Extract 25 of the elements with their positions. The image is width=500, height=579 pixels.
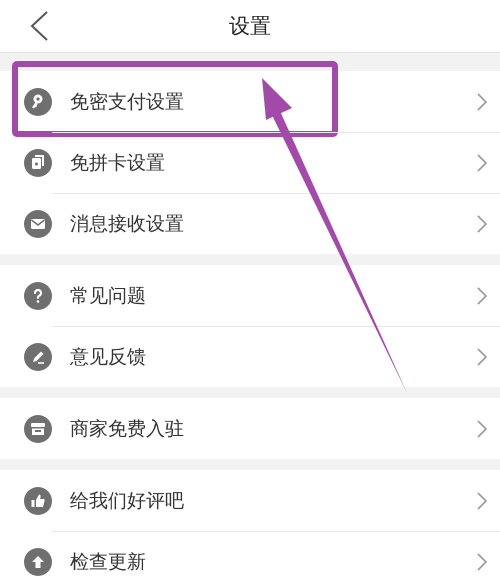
cards-icon [24,148,52,176]
store-icon [24,414,52,442]
menu-item[interactable]: 意见反馈 [70,344,476,370]
back-icon[interactable] [28,10,50,42]
chevron-icon [476,490,488,510]
chevron-icon [476,153,488,173]
thumb-icon [24,486,52,514]
chevron-icon [476,552,488,572]
chevron-icon [476,286,488,306]
pencil-icon [24,342,52,370]
menu-item[interactable]: 给我们好评吧 [70,488,476,514]
mail-icon [24,210,52,238]
menu-item[interactable]: 检查更新 [70,549,476,575]
page-title: 设置 [229,13,271,40]
key-icon [24,88,52,116]
menu-item[interactable]: 消息接收设置 [70,211,476,237]
menu-item[interactable]: 免密支付设置 [70,88,476,114]
question-icon [24,282,52,310]
chevron-icon [476,92,488,112]
chevron-icon [476,418,488,438]
menu-item[interactable]: 免拼卡设置 [70,150,476,176]
menu-item[interactable]: 常见问题 [70,282,476,308]
chevron-icon [476,214,488,234]
update-icon [24,548,52,576]
chevron-icon [476,347,488,367]
